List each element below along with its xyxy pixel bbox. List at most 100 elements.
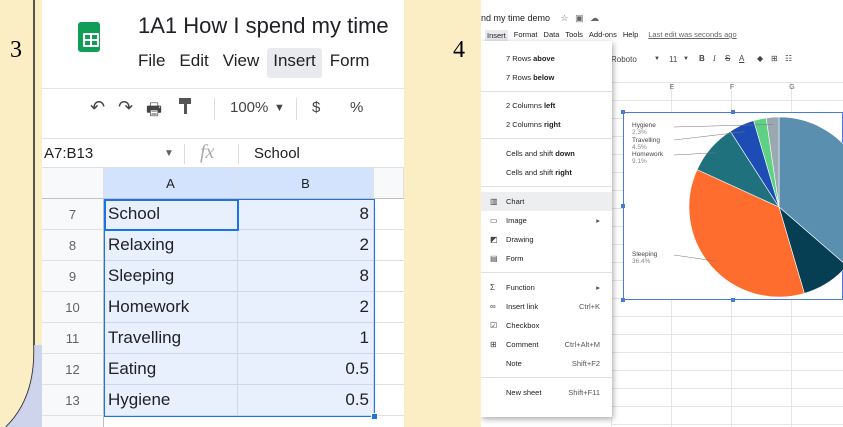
menu-edit[interactable]: Edit xyxy=(173,48,214,78)
print-icon[interactable]: 🖶 xyxy=(146,97,162,126)
menu-data[interactable]: Data xyxy=(544,30,560,41)
menu-item-function[interactable]: Σ Function ▸ xyxy=(481,278,612,297)
chart-resize-handle[interactable] xyxy=(731,110,735,114)
column-header-b[interactable]: B xyxy=(238,168,374,199)
cell-empty[interactable] xyxy=(374,323,404,354)
pie-label-sleeping: Sleeping 36.4% xyxy=(632,251,657,265)
row-number[interactable]: 11 xyxy=(42,323,104,354)
cell-empty[interactable] xyxy=(374,230,404,261)
merge-cells-icon[interactable]: ☷ xyxy=(785,54,792,63)
row-number[interactable]: 9 xyxy=(42,261,104,292)
document-title[interactable]: 1A1 How I spend my time xyxy=(138,13,389,39)
move-folder-icon[interactable]: ▣ xyxy=(575,13,584,23)
menu-item-rows-above[interactable]: 7 Rows above xyxy=(481,49,612,68)
percent-format-button[interactable]: % xyxy=(350,99,363,116)
item-label: Insert link xyxy=(506,302,539,311)
google-sheets-logo-icon[interactable] xyxy=(78,22,100,52)
formula-input[interactable]: School xyxy=(254,145,300,162)
pie-label-hygiene: Hygiene 2.3% xyxy=(632,122,656,136)
font-size-select[interactable]: 11 xyxy=(669,55,677,64)
menu-help[interactable]: Help xyxy=(623,30,638,41)
row-number[interactable]: 14 xyxy=(42,416,104,427)
row-number[interactable]: 10 xyxy=(42,292,104,323)
image-icon: ▭ xyxy=(490,216,498,225)
last-edit-link[interactable]: Last edit was seconds ago xyxy=(648,30,736,41)
menu-view[interactable]: View xyxy=(217,48,266,78)
name-box[interactable]: A7:B13 xyxy=(44,145,93,162)
row-number[interactable]: 8 xyxy=(42,230,104,261)
menu-format[interactable]: Form xyxy=(324,48,376,78)
menu-item-new-sheet[interactable]: New sheet Shift+F11 xyxy=(481,383,612,402)
text-color-icon[interactable]: A xyxy=(739,54,744,63)
row-number[interactable]: 13 xyxy=(42,385,104,416)
menu-insert[interactable]: Insert xyxy=(485,30,508,41)
currency-format-button[interactable]: $ xyxy=(312,99,320,116)
document-title-text[interactable]: nd my time demo xyxy=(481,13,550,23)
submenu-arrow-icon: ▸ xyxy=(596,283,600,292)
menu-item-columns-left[interactable]: 2 Columns left xyxy=(481,96,612,115)
menu-item-columns-right[interactable]: 2 Columns right xyxy=(481,115,612,134)
strikethrough-icon[interactable]: S xyxy=(725,54,730,63)
name-box-dropdown-icon[interactable]: ▼ xyxy=(164,148,174,159)
column-header-f[interactable]: F xyxy=(702,84,762,96)
zoom-select[interactable]: 100% xyxy=(230,99,268,116)
borders-icon[interactable]: ⊞ xyxy=(771,54,778,63)
row-number[interactable]: 7 xyxy=(42,199,104,230)
cell-empty[interactable] xyxy=(374,199,404,230)
menu-item-image[interactable]: ▭ Image ▸ xyxy=(481,211,612,230)
menu-item-form[interactable]: ▤ Form xyxy=(481,249,612,268)
column-header-a[interactable]: A xyxy=(104,168,238,199)
cell-empty[interactable] xyxy=(374,354,404,385)
chart-resize-handle[interactable] xyxy=(621,204,625,208)
menu-item-note[interactable]: Note Shift+F2 xyxy=(481,354,612,373)
italic-icon[interactable]: I xyxy=(713,54,716,63)
select-all-corner[interactable] xyxy=(42,168,104,199)
menu-item-chart[interactable]: ▥ Chart xyxy=(481,192,612,211)
redo-icon[interactable]: ↷ xyxy=(118,97,133,118)
pie-slices xyxy=(688,116,843,298)
fill-color-icon[interactable]: ◆ xyxy=(757,54,763,63)
menu-item-drawing[interactable]: ◩ Drawing xyxy=(481,230,612,249)
font-select[interactable]: Roboto xyxy=(611,55,637,64)
menu-item-comment[interactable]: ⊞ Comment Ctrl+Alt+M xyxy=(481,335,612,354)
menu-insert[interactable]: Insert xyxy=(267,48,322,78)
fill-handle[interactable] xyxy=(371,413,378,420)
cell-empty[interactable] xyxy=(374,261,404,292)
menu-tools[interactable]: Tools xyxy=(565,30,583,41)
undo-icon[interactable]: ↶ xyxy=(90,97,105,118)
menu-format[interactable]: Format xyxy=(514,30,538,41)
chart-resize-handle[interactable] xyxy=(621,298,625,302)
item-label: 7 Rows xyxy=(506,54,534,63)
font-size-dropdown-icon[interactable]: ▼ xyxy=(683,56,689,62)
submenu-arrow-icon: ▸ xyxy=(596,216,600,225)
bold-icon[interactable]: B xyxy=(699,54,705,63)
menu-file[interactable]: File xyxy=(132,48,171,78)
menu-addons[interactable]: Add-ons xyxy=(589,30,617,41)
menu-item-checkbox[interactable]: ☑ Checkbox xyxy=(481,316,612,335)
cell-empty[interactable] xyxy=(374,385,404,416)
menu-item-rows-below[interactable]: 7 Rows below xyxy=(481,68,612,87)
zoom-dropdown-icon[interactable]: ▼ xyxy=(274,102,285,114)
chart-resize-handle[interactable] xyxy=(731,298,735,302)
font-dropdown-icon[interactable]: ▼ xyxy=(654,56,660,62)
menu-bar: Insert Format Data Tools Add-ons Help La… xyxy=(485,30,737,41)
column-header-c[interactable] xyxy=(374,168,404,199)
item-label: 2 Columns xyxy=(506,120,544,129)
item-label: Comment xyxy=(506,340,539,349)
menu-item-insert-link[interactable]: ∞ Insert link Ctrl+K xyxy=(481,297,612,316)
star-icon[interactable]: ☆ xyxy=(561,13,569,23)
label-pct: 36.4% xyxy=(632,258,651,265)
column-header-g[interactable]: G xyxy=(762,84,822,96)
menu-item-cells-shift-down[interactable]: Cells and shift down xyxy=(481,144,612,163)
label-pct: 2.3% xyxy=(632,129,647,136)
formula-divider xyxy=(184,144,185,164)
chart-resize-handle[interactable] xyxy=(621,110,625,114)
toolbar-divider xyxy=(296,98,297,120)
pie-chart[interactable]: Hygiene 2.3% Travelling 4.5% Homework 9.1% … xyxy=(623,112,843,300)
cell-empty[interactable] xyxy=(374,292,404,323)
menu-item-cells-shift-right[interactable]: Cells and shift right xyxy=(481,163,612,182)
column-header-e[interactable]: E xyxy=(642,84,702,96)
paint-format-icon[interactable] xyxy=(178,97,192,120)
row-number[interactable]: 12 xyxy=(42,354,104,385)
active-cell[interactable] xyxy=(104,199,239,231)
